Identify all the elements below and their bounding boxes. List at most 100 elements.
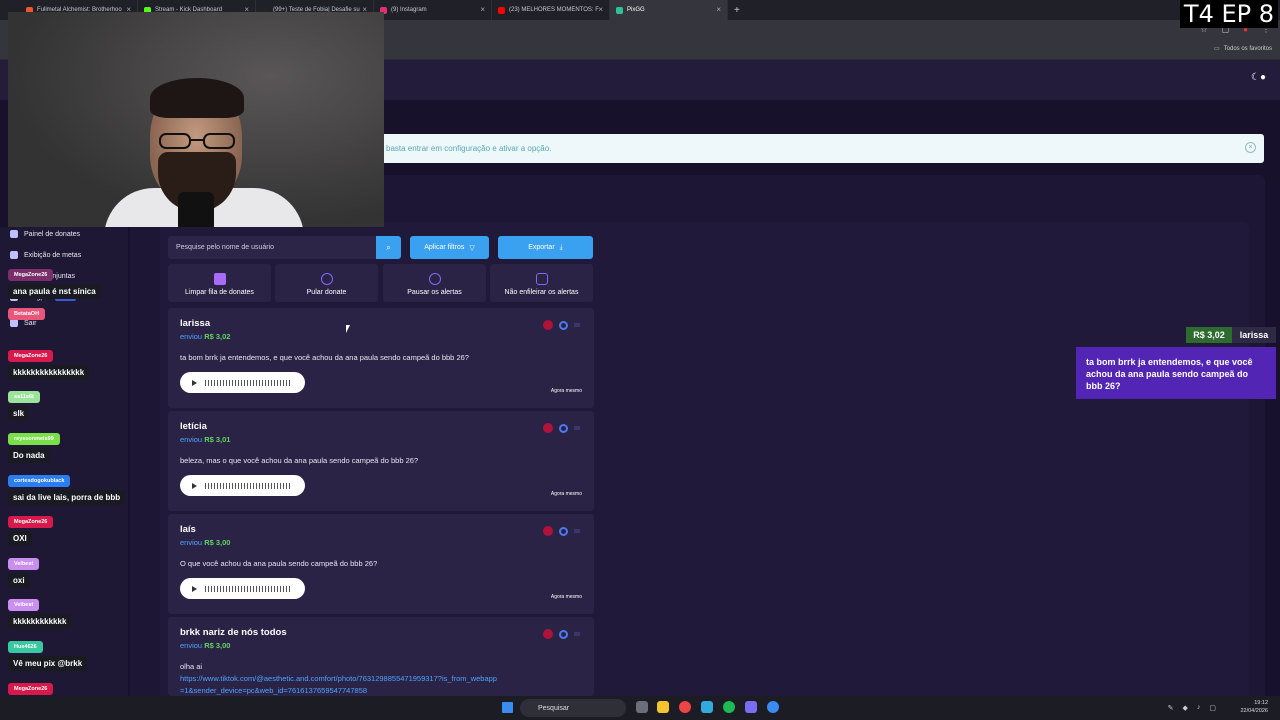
export-button[interactable]: Exportar ⤓ [498, 236, 593, 259]
donation-amount: R$ 3,02 [204, 332, 231, 341]
obs-icon[interactable] [767, 701, 779, 713]
chat-username: MegaZone26 [8, 350, 54, 362]
skip-icon [320, 273, 333, 285]
info-banner: basta entrar em configuração e ativar a … [378, 134, 1264, 163]
block-icon[interactable] [543, 629, 553, 639]
eraser-icon [213, 273, 226, 285]
chat-username: MegaZone26 [8, 269, 54, 281]
browser-tab[interactable]: (23) MELHORES MOMENTOS: F × [492, 0, 610, 20]
pen-icon[interactable]: ✎ [1168, 704, 1174, 712]
tab-label: (9) Instagram [391, 7, 427, 13]
mute-icon[interactable] [574, 529, 580, 533]
block-icon[interactable] [543, 423, 553, 433]
chat-message: cortesdogokublack sai da live lais, porra… [8, 469, 126, 505]
pause-alerts-button[interactable]: Pausar os alertas [383, 264, 486, 302]
chat-text: ana paula é nst sínica [8, 284, 101, 299]
download-icon: ⤓ [559, 243, 563, 251]
browser-tab[interactable]: (9) Instagram × [374, 0, 492, 20]
banner-text: basta entrar em configuração e ativar a … [386, 144, 552, 153]
clear-queue-button[interactable]: Limpar fila de donates [168, 264, 271, 302]
chat-message: MegaZone26 OXI [8, 510, 54, 546]
close-tab-icon[interactable]: × [480, 5, 485, 14]
search-input[interactable]: Pesquise pelo nome de usuário [168, 236, 376, 259]
chat-message: ss11s6t slk [8, 385, 40, 421]
sidebar-item-metas[interactable]: Exibição de metas [10, 251, 81, 259]
notification-icon[interactable]: ▢ [1209, 704, 1216, 712]
mute-icon[interactable] [574, 632, 580, 636]
donation-card: laís enviou R$ 3,00 O que você achou da … [168, 514, 594, 614]
waveform [205, 379, 291, 386]
folder-icon: ▭ [1213, 46, 1220, 52]
chat-message: MegaZone26 kkkkkkkkkkkkkkkk [8, 344, 90, 380]
donation-link[interactable]: https://www.tiktok.com/@aesthetic.and.co… [180, 673, 500, 697]
audio-player[interactable] [180, 578, 305, 599]
windows-start-icon[interactable] [502, 702, 513, 713]
sidebar-item-sair[interactable]: Sair [10, 319, 36, 327]
sidebar-item-donates[interactable]: Painel de donates [10, 230, 80, 238]
donation-actions [543, 320, 580, 330]
task-view-icon[interactable] [636, 701, 648, 713]
browser-tab-active[interactable]: PixGG × [610, 0, 728, 20]
chat-message: Hue4626 Vê meu pix @brkk [8, 635, 88, 671]
no-queue-alerts-button[interactable]: Não enfileirar os alertas [490, 264, 593, 302]
mute-icon[interactable] [574, 426, 580, 430]
donor-name: larissa [180, 318, 211, 329]
donation-message-wrap: olha ai https://www.tiktok.com/@aesthetic… [180, 661, 500, 697]
close-tab-icon[interactable]: × [598, 5, 603, 14]
donor-name: brkk nariz de nós todos [180, 627, 287, 638]
volume-icon[interactable]: ♪ [1197, 704, 1201, 712]
all-bookmarks[interactable]: ▭ Todos os favoritos [1213, 45, 1272, 53]
play-icon[interactable] [192, 482, 197, 489]
spotify-icon[interactable] [723, 701, 735, 713]
network-icon[interactable]: ◆ [1182, 704, 1187, 712]
chat-username: Hue4626 [8, 641, 43, 653]
episode-overlay: T4 EP 8 [1179, 0, 1278, 28]
replay-icon[interactable] [559, 629, 568, 639]
chat-username: MegaZone26 [8, 683, 54, 695]
audio-player[interactable] [180, 475, 305, 496]
apply-filters-button[interactable]: Aplicar filtros ▽ [410, 236, 489, 259]
block-icon[interactable] [543, 526, 553, 536]
close-tab-icon[interactable]: × [716, 5, 721, 14]
replay-icon[interactable] [559, 423, 568, 433]
clock[interactable]: 19:12 22/04/2026 [1240, 699, 1268, 715]
close-icon[interactable]: × [1245, 142, 1256, 153]
play-icon[interactable] [192, 585, 197, 592]
chat-text: oxi [8, 573, 30, 588]
action-label: Pular donate [306, 289, 347, 296]
block-icon[interactable] [543, 320, 553, 330]
app-icon[interactable] [701, 701, 713, 713]
sent-prefix: enviou [180, 435, 203, 444]
chat-text: slk [8, 406, 30, 421]
donation-time: Agora mesmo [550, 491, 582, 497]
donation-actions [543, 526, 580, 536]
chat-text: kkkkkkkkkkkkkkkk [8, 365, 90, 380]
sent-prefix: enviou [180, 332, 203, 341]
chat-username: Velbest [8, 558, 40, 570]
search-button[interactable]: ⌕ [376, 236, 401, 259]
webcam-microphone [178, 192, 214, 227]
audio-player[interactable] [180, 372, 305, 393]
donation-amount: R$ 3,01 [204, 435, 231, 444]
skip-donate-button[interactable]: Pular donate [275, 264, 378, 302]
action-label: Pausar os alertas [407, 289, 462, 296]
play-icon[interactable] [192, 379, 197, 386]
donor-name: laís [180, 524, 196, 535]
discord-icon[interactable] [745, 701, 757, 713]
chrome-icon[interactable] [679, 701, 691, 713]
file-explorer-icon[interactable] [657, 701, 669, 713]
chat-message: Velbest oxi [8, 552, 40, 588]
search-icon: ⌕ [386, 243, 391, 252]
tab-favicon-icon [616, 6, 623, 14]
chat-username: ss11s6t [8, 391, 40, 403]
theme-toggle-icon[interactable]: ☾● [1251, 72, 1266, 83]
replay-icon[interactable] [559, 526, 568, 536]
taskbar-search[interactable]: Pesquisar [520, 699, 626, 717]
new-tab-icon[interactable]: + [728, 5, 740, 16]
donation-amount-line: enviou R$ 3,00 [180, 538, 230, 547]
replay-icon[interactable] [559, 320, 568, 330]
mute-icon[interactable] [574, 323, 580, 327]
donation-message: beleza, mas o que você achou da ana paul… [180, 456, 419, 465]
donation-card: brkk nariz de nós todos enviou R$ 3,00 o… [168, 617, 594, 696]
clock-date: 22/04/2026 [1240, 708, 1268, 714]
